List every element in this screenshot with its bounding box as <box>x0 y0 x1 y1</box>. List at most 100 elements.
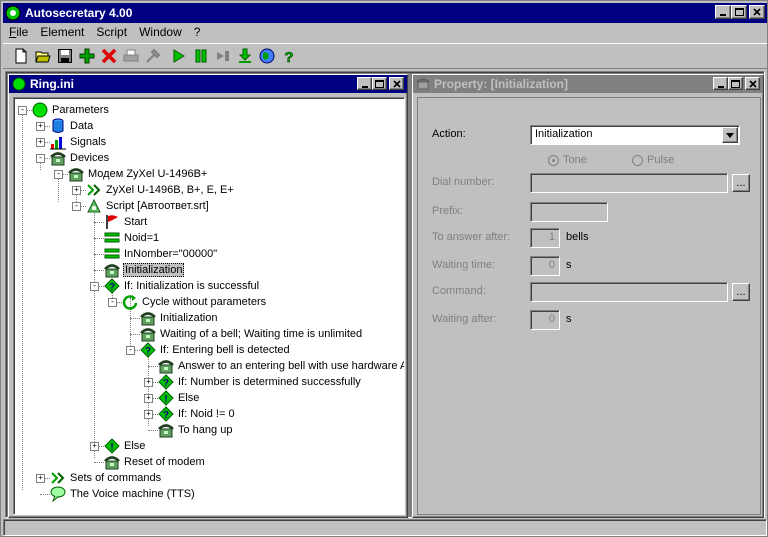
tree-expander-expanded[interactable]: - <box>72 202 81 211</box>
dial-number-browse-button[interactable]: ... <box>732 174 750 192</box>
tree-node-label: If: Initialization is successful <box>124 280 260 292</box>
tree-node[interactable]: Noid=1 <box>104 230 160 246</box>
tree-node[interactable]: ZyXel U-1496B, B+, E, E+ <box>86 182 235 198</box>
run-button[interactable] <box>169 46 189 66</box>
step-button[interactable] <box>213 46 233 66</box>
variable-icon <box>104 248 120 259</box>
maximize-button[interactable] <box>731 5 747 19</box>
phone-icon <box>140 312 156 326</box>
property-window-title-bar[interactable]: Property: [Initialization] <box>413 75 763 93</box>
command-browse-button[interactable]: ... <box>732 283 750 301</box>
tree-expander-expanded[interactable]: - <box>126 346 135 355</box>
tools-button[interactable] <box>143 46 163 66</box>
tree-node-label: Else <box>124 440 146 452</box>
app-title-bar[interactable]: Autosecretary 4.00 <box>3 3 767 23</box>
tree-close-button[interactable] <box>389 77 404 90</box>
answer-after-field[interactable]: 1 <box>530 228 560 248</box>
pulse-label: Pulse <box>647 154 675 166</box>
command-field[interactable] <box>530 282 728 302</box>
tree-expander-collapsed[interactable]: + <box>72 186 81 195</box>
tree-node-label: Sets of commands <box>70 472 162 484</box>
tree-window-title-bar[interactable]: Ring.ini <box>9 75 407 93</box>
tree-expander-collapsed[interactable]: + <box>144 378 153 387</box>
database-icon <box>52 118 64 133</box>
action-dropdown-button[interactable] <box>722 127 738 143</box>
tree-node[interactable]: The Voice machine (TTS) <box>50 486 196 502</box>
tree-expander-collapsed[interactable]: + <box>144 394 153 403</box>
waiting-time-field[interactable]: 0 <box>530 256 560 276</box>
close-button[interactable] <box>749 5 765 19</box>
tree-node[interactable]: ? If: Number is determined successfully <box>158 374 362 390</box>
tree-node[interactable]: Модем ZyXel U-1496B+ <box>68 166 208 182</box>
download-button[interactable] <box>235 46 255 66</box>
waiting-after-label: Waiting after: <box>432 313 497 325</box>
pause-button[interactable] <box>191 46 211 66</box>
tree-node[interactable]: Signals <box>50 134 107 150</box>
tree-expander-collapsed[interactable]: + <box>90 442 99 451</box>
tree-node[interactable]: ! Else <box>104 438 146 454</box>
prop-minimize-button[interactable] <box>713 77 728 90</box>
prop-close-button[interactable] <box>745 77 760 90</box>
prop-maximize-button[interactable] <box>728 77 743 90</box>
tree-window-title: Ring.ini <box>30 77 74 91</box>
tree-node[interactable]: Answer to an entering bell with use hard… <box>158 358 404 374</box>
tree-expander-expanded[interactable]: - <box>90 282 99 291</box>
tree-node[interactable]: Start <box>104 214 148 230</box>
tree-node[interactable]: Script [Автоответ.srt] <box>86 198 210 214</box>
new-button[interactable] <box>11 46 31 66</box>
action-select[interactable]: Initialization <box>530 125 740 145</box>
tree-expander-collapsed[interactable]: + <box>144 410 153 419</box>
tree-node[interactable]: Parameters <box>32 102 110 118</box>
tree-expander-collapsed[interactable]: + <box>36 138 45 147</box>
tree-expander-expanded[interactable]: - <box>18 106 27 115</box>
waiting-after-field[interactable]: 0 <box>530 310 560 330</box>
tree-node[interactable]: Devices <box>50 150 110 166</box>
dial-number-field[interactable] <box>530 173 728 193</box>
pulse-radio[interactable]: Pulse <box>632 154 675 166</box>
save-button[interactable] <box>55 46 75 66</box>
red-flag-icon <box>106 215 118 229</box>
tree-node[interactable]: Waiting of a bell; Waiting time is unlim… <box>140 326 363 342</box>
tree-node[interactable]: Reset of modem <box>104 454 206 470</box>
tree-maximize-button[interactable] <box>372 77 387 90</box>
web-button[interactable] <box>257 46 277 66</box>
download-icon <box>238 48 252 63</box>
add-button[interactable] <box>77 46 97 66</box>
tree-node[interactable]: To hang up <box>158 422 233 438</box>
tree-node[interactable]: ? If: Noid != 0 <box>158 406 236 422</box>
menu-element[interactable]: Element <box>34 25 90 39</box>
menu-file[interactable]: File <box>3 25 34 39</box>
tree-node[interactable]: ! Else <box>158 390 200 406</box>
tree-node[interactable]: ? If: Entering bell is detected <box>140 342 291 358</box>
tree-node[interactable]: Data <box>50 118 94 134</box>
tree-expander-expanded[interactable]: - <box>36 154 45 163</box>
tree-window: Ring.ini - Parameters + Data + Signals - Device… <box>8 74 408 518</box>
script-tree[interactable]: - Parameters + Data + Signals - Devices - Модем Z… <box>13 97 405 515</box>
menu-help[interactable]: ? <box>188 25 207 39</box>
tone-radio[interactable]: Tone <box>548 154 587 166</box>
menu-script[interactable]: Script <box>90 25 133 39</box>
help-button[interactable]: ? <box>279 46 299 66</box>
tree-node[interactable]: Sets of commands <box>50 470 162 486</box>
delete-button[interactable] <box>99 46 119 66</box>
print-button[interactable] <box>121 46 141 66</box>
tree-minimize-button[interactable] <box>357 77 372 90</box>
tree-node[interactable]: Initialization <box>140 310 218 326</box>
phone-icon <box>104 456 120 470</box>
tree-node[interactable]: InNomber="00000" <box>104 246 218 262</box>
tree-expander-collapsed[interactable]: + <box>36 474 45 483</box>
tree-node[interactable]: ? If: Initialization is successful <box>104 278 260 294</box>
question-icon: ? <box>158 406 174 422</box>
tree-expander-collapsed[interactable]: + <box>36 122 45 131</box>
tree-node[interactable]: Initialization <box>104 262 185 278</box>
menu-window[interactable]: Window <box>133 25 188 39</box>
command-label: Command: <box>432 285 486 297</box>
open-button[interactable] <box>33 46 53 66</box>
prefix-field[interactable] <box>530 202 608 222</box>
tree-node[interactable]: Cycle without parameters <box>122 294 267 310</box>
minimize-button[interactable] <box>715 5 731 19</box>
phone-icon <box>104 264 120 278</box>
tree-expander-expanded[interactable]: - <box>54 170 63 179</box>
waiting-time-unit: s <box>566 259 572 271</box>
tree-expander-expanded[interactable]: - <box>108 298 117 307</box>
